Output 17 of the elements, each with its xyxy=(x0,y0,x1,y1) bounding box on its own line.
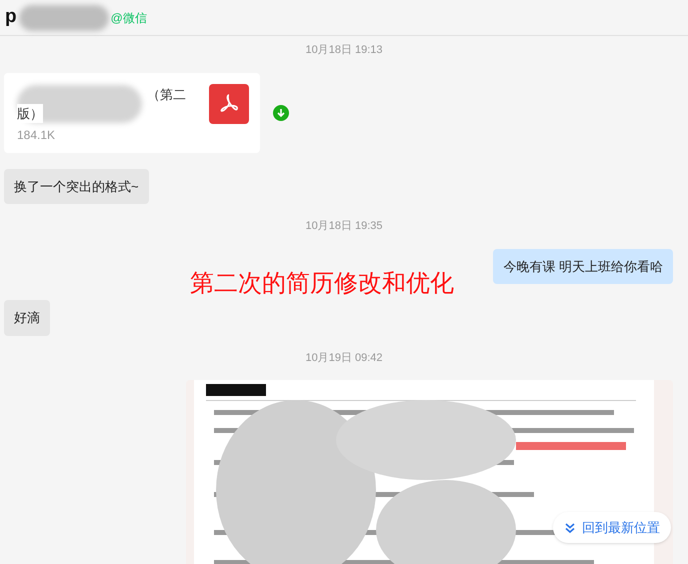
message-bubble: 好滴 xyxy=(4,300,50,336)
annotation-text: 第二次的简历修改和优化 xyxy=(190,269,454,299)
file-name: （第二 xyxy=(147,86,186,104)
chat-title: p xyxy=(5,5,17,30)
file-card[interactable]: （第二 版） 184.1K xyxy=(4,72,260,152)
message-bubble: 今晚有课 明天上班给你看哈 xyxy=(493,248,673,284)
source-label: @微信 xyxy=(110,10,147,26)
timestamp: 10月18日 19:35 xyxy=(305,219,383,234)
jump-to-latest-button[interactable]: 回到最新位置 xyxy=(553,512,671,543)
timestamp: 10月18日 19:13 xyxy=(305,43,383,58)
file-size: 184.1K xyxy=(17,126,56,144)
double-chevron-icon xyxy=(564,522,576,534)
file-name: 版） xyxy=(17,104,43,123)
pdf-icon xyxy=(209,84,249,124)
download-icon[interactable] xyxy=(273,104,289,120)
timestamp: 10月19日 09:42 xyxy=(305,350,383,366)
message-bubble: 换了一个突出的格式~ xyxy=(4,168,149,204)
